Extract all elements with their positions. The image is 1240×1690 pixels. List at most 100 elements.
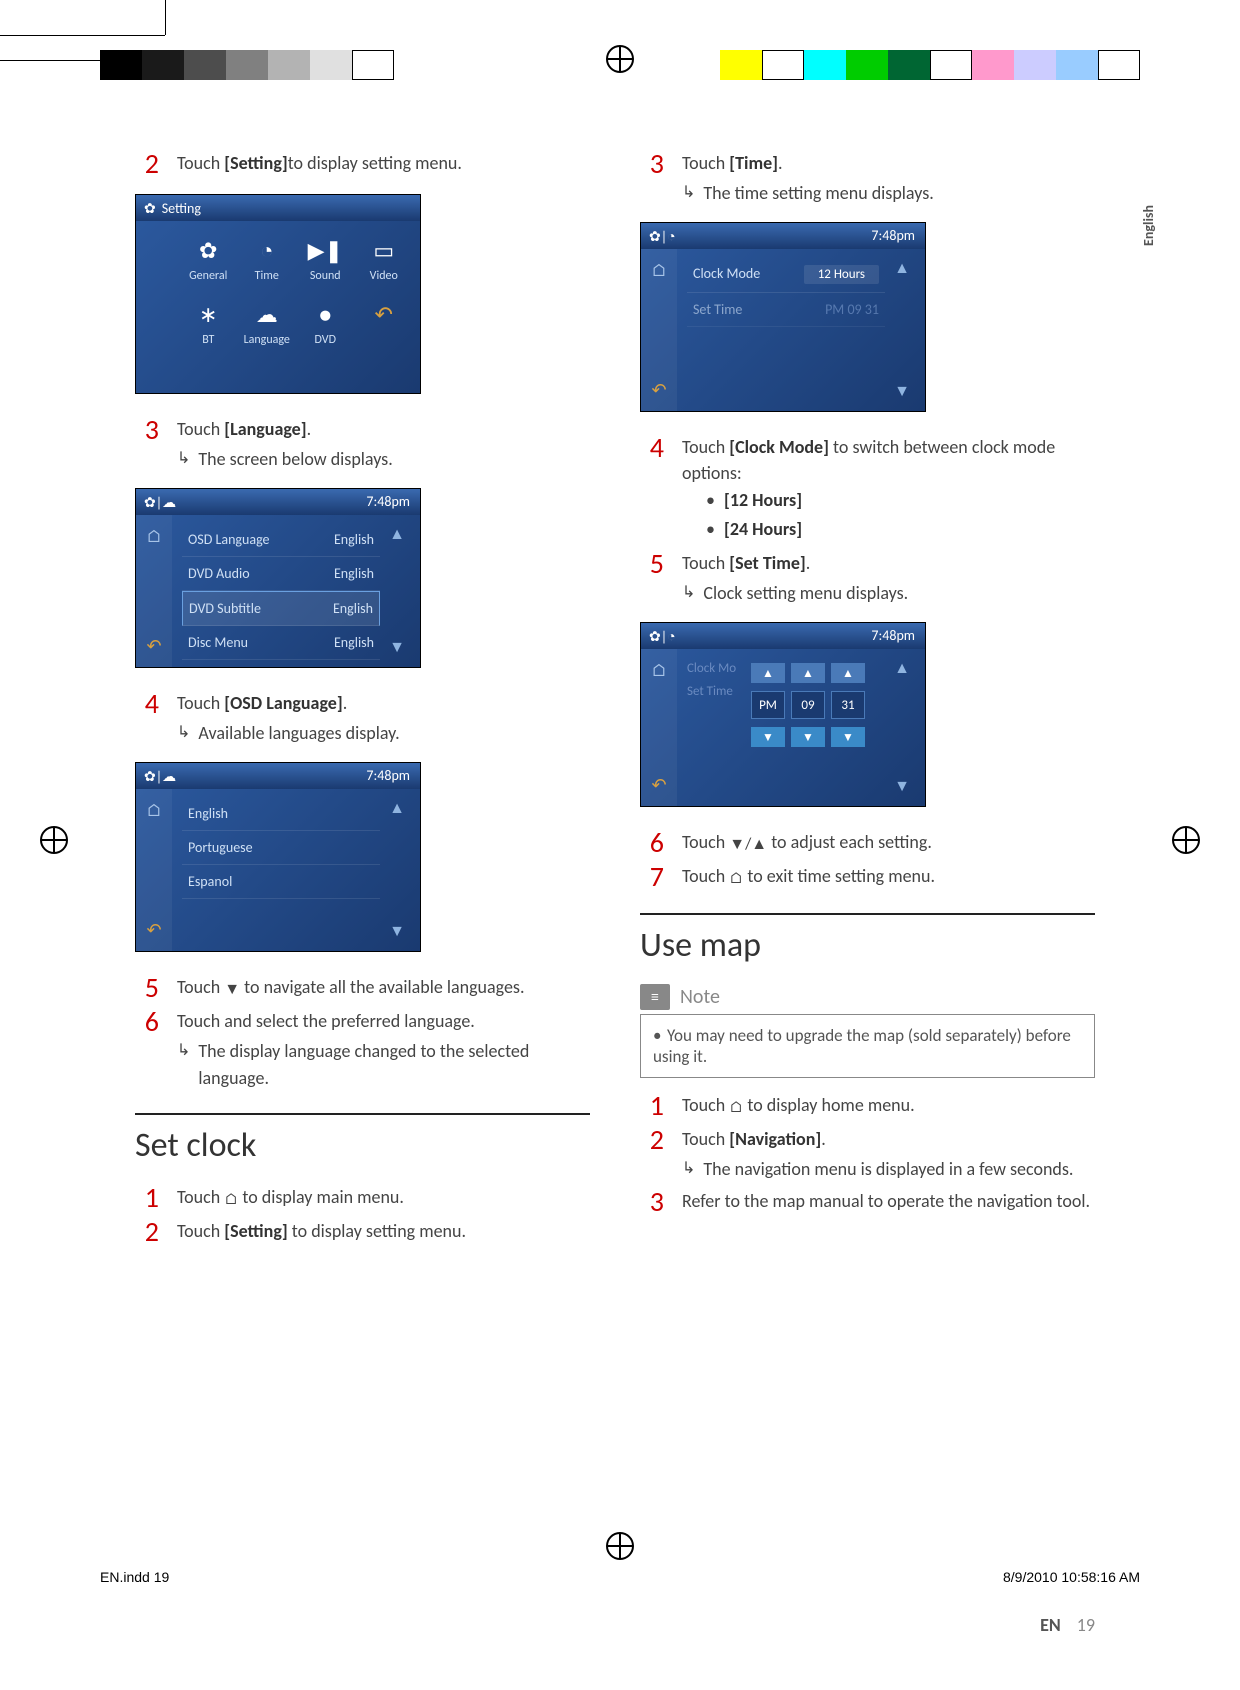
list-item: Portuguese bbox=[182, 831, 380, 865]
colorbar-left bbox=[100, 50, 394, 80]
step-number: 5 bbox=[640, 550, 664, 578]
screenshot-set-time: ✿|◔ 7:48pm ⌂↶ ▲▼ Clock Mo Set Time ▲▲▲ P… bbox=[640, 622, 926, 807]
status-time: 7:48pm bbox=[366, 493, 410, 510]
list-item: OSD LanguageEnglish bbox=[182, 523, 380, 557]
menu-item: ∗BT bbox=[182, 293, 235, 351]
home-icon: ⌂ bbox=[224, 1190, 238, 1209]
list-item: DVD AudioEnglish bbox=[182, 557, 380, 591]
home-icon: ⌂ bbox=[146, 525, 162, 547]
step-text: Touch [Time]. ↳The time setting menu dis… bbox=[682, 150, 1095, 206]
arrow-icon: ↳ bbox=[682, 1157, 695, 1183]
step-number: 5 bbox=[135, 974, 159, 1002]
time-spinner: PM 09 31 bbox=[751, 691, 865, 719]
gear-icon: ✿ bbox=[144, 200, 156, 217]
up-arrow-icon: ▲ bbox=[894, 659, 910, 678]
step-text: Touch ▼ to navigate all the available la… bbox=[177, 974, 590, 1000]
step-number: 3 bbox=[640, 150, 664, 178]
menu-item: ▶❚Sound bbox=[299, 229, 352, 287]
list-item: Espanol bbox=[182, 865, 380, 899]
spinner-cell: PM bbox=[751, 691, 785, 719]
up-arrow-icon: ▲ bbox=[389, 525, 405, 544]
screenshot-time-menu: ✿|◔ 7:48pm ⌂↶ ▲▼ Clock Mode12 Hours Set … bbox=[640, 222, 926, 412]
step-number: 2 bbox=[135, 1218, 159, 1246]
step-number: 7 bbox=[640, 863, 664, 891]
step-text: Touch [Set Time]. ↳Clock setting menu di… bbox=[682, 550, 1095, 606]
screenshot-sidebar: ⌂↶ bbox=[641, 649, 677, 806]
down-arrow-icon: ▼ bbox=[389, 922, 405, 941]
spinner-down-row: ▼▼▼ bbox=[751, 727, 865, 747]
menu-item: ✿General bbox=[182, 229, 235, 287]
screenshot-sidebar: ⌂↶ bbox=[136, 789, 172, 951]
menu-item: ☁Language bbox=[241, 293, 294, 351]
down-triangle-icon: ▼ bbox=[224, 980, 240, 999]
home-icon: ⌂ bbox=[146, 799, 162, 821]
home-icon: ⌂ bbox=[651, 259, 667, 281]
crop-line bbox=[165, 0, 166, 35]
registration-mark bbox=[606, 45, 634, 73]
step-number: 3 bbox=[640, 1188, 664, 1216]
scroll-arrows: ▲▼ bbox=[889, 259, 915, 401]
arrow-icon: ↳ bbox=[177, 1039, 190, 1091]
slug-timestamp: 8/9/2010 10:58:16 AM bbox=[1003, 1569, 1140, 1585]
step-text: Touch ▼/▲ to adjust each setting. bbox=[682, 829, 1095, 855]
note-box: ≡ Note •You may need to upgrade the map … bbox=[640, 984, 1095, 1078]
menu-item: ●DVD bbox=[299, 293, 352, 351]
down-arrow-icon: ▼ bbox=[389, 638, 405, 657]
screenshot-setting-menu: ✿ Setting ✿General ◔Time ▶❚Sound ▭Video ∗… bbox=[135, 194, 421, 394]
step-number: 4 bbox=[135, 690, 159, 718]
language-tab: English bbox=[1140, 205, 1157, 246]
updown-triangle-icon: ▼/▲ bbox=[729, 835, 767, 854]
list-item: Clock Mode12 Hours bbox=[687, 257, 885, 293]
footer-page: 19 bbox=[1077, 1614, 1095, 1636]
step-number: 4 bbox=[640, 434, 664, 462]
back-icon: ↶ bbox=[651, 379, 666, 401]
step-number: 2 bbox=[640, 1126, 664, 1154]
screenshot-title: Setting bbox=[162, 200, 201, 217]
back-icon: ↶ bbox=[367, 297, 401, 331]
gear-clock-icon: ✿|◔ bbox=[649, 628, 676, 645]
down-arrow-icon: ▼ bbox=[751, 727, 785, 747]
note-body: •You may need to upgrade the map (sold s… bbox=[640, 1014, 1095, 1078]
colorbar-right bbox=[720, 50, 1140, 80]
step-number: 1 bbox=[640, 1092, 664, 1120]
registration-mark bbox=[606, 1532, 634, 1560]
print-slug: EN.indd 19 8/9/2010 10:58:16 AM bbox=[100, 1569, 1140, 1585]
step-text: Touch [Setting]to display setting menu. bbox=[177, 150, 590, 176]
step-text: Touch ⌂ to display main menu. bbox=[177, 1184, 590, 1210]
step-text: Refer to the map manual to operate the n… bbox=[682, 1188, 1095, 1214]
registration-mark bbox=[40, 826, 68, 854]
step-number: 6 bbox=[640, 829, 664, 857]
step-number: 2 bbox=[135, 150, 159, 178]
step-number: 1 bbox=[135, 1184, 159, 1212]
note-icon: ≡ bbox=[640, 984, 670, 1010]
up-arrow-icon: ▲ bbox=[894, 259, 910, 278]
page-footer: EN 19 bbox=[135, 1614, 1095, 1636]
arrow-icon: ↳ bbox=[682, 181, 695, 207]
scroll-arrows: ▲▼ bbox=[384, 799, 410, 941]
gear-icon: ✿|☁ bbox=[144, 768, 176, 785]
step-text: Touch [Language]. ↳The screen below disp… bbox=[177, 416, 590, 472]
up-arrow-icon: ▲ bbox=[389, 799, 405, 818]
status-time: 7:48pm bbox=[871, 627, 915, 644]
footer-lang: EN bbox=[1040, 1614, 1061, 1636]
screenshot-sidebar: ⌂↶ bbox=[641, 249, 677, 411]
gear-clock-icon: ✿|◔ bbox=[649, 228, 676, 245]
spinner-cell: 09 bbox=[791, 691, 825, 719]
menu-item: ◔Time bbox=[241, 229, 294, 287]
language-icon: ☁ bbox=[250, 297, 284, 331]
screenshot-sidebar: ⌂↶ bbox=[136, 515, 172, 667]
up-arrow-icon: ▲ bbox=[831, 663, 865, 683]
dvd-icon: ● bbox=[308, 297, 342, 331]
scroll-arrows: ▲▼ bbox=[889, 659, 915, 796]
arrow-icon: ↳ bbox=[177, 721, 190, 747]
spinner-cell: 31 bbox=[831, 691, 865, 719]
step-text: Touch ⌂ to exit time setting menu. bbox=[682, 863, 1095, 889]
status-time: 7:48pm bbox=[366, 767, 410, 784]
sound-icon: ▶❚ bbox=[308, 233, 342, 267]
list-item: Disc MenuEnglish bbox=[182, 626, 380, 660]
page-content: 2 Touch [Setting]to display setting menu… bbox=[135, 150, 1095, 1530]
crop-line bbox=[0, 35, 165, 36]
down-arrow-icon: ▼ bbox=[894, 382, 910, 401]
menu-item: ▭Video bbox=[358, 229, 411, 287]
up-arrow-icon: ▲ bbox=[751, 663, 785, 683]
